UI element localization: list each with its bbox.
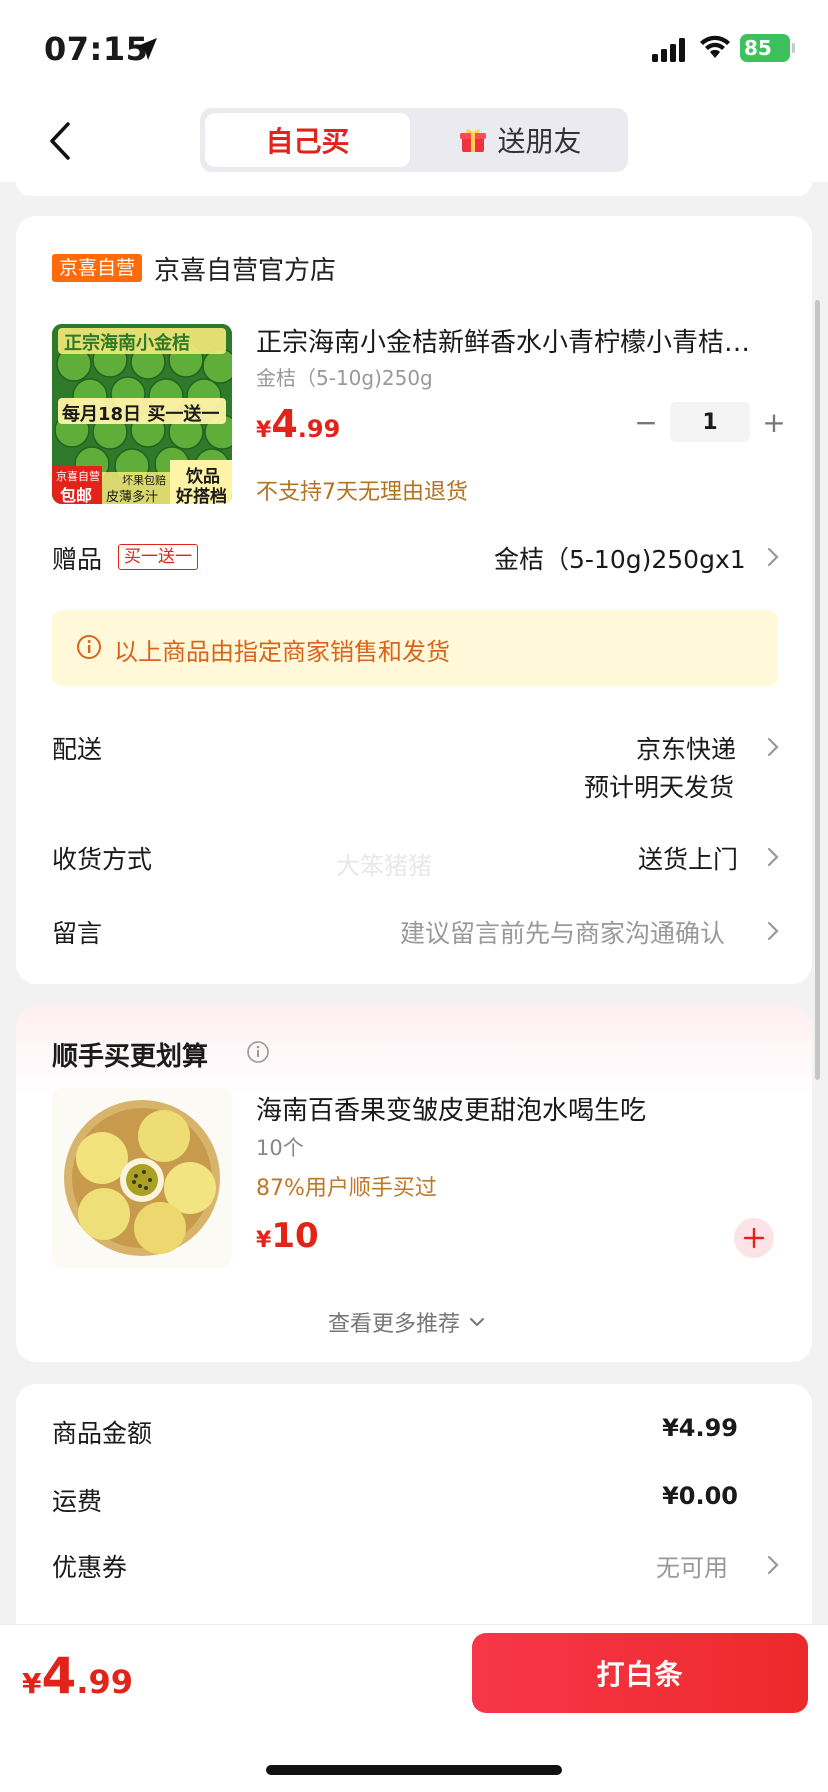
recommended-product-stat: 87%用户顺手买过 (256, 1176, 437, 1201)
status-bar: 07:15 85 (0, 0, 828, 100)
tab-send-to-friend-label: 送朋友 (497, 125, 582, 158)
purchase-mode-switch: 自己买 送朋友 (200, 108, 628, 172)
chevron-right-icon[interactable] (766, 736, 780, 758)
quantity-decrease-button[interactable]: − (626, 402, 666, 442)
shipping-fee-label: 运费 (52, 1487, 103, 1516)
gift-value[interactable]: 金桔（5-10g)250gx1 (494, 540, 746, 576)
image-free-shipping: 包邮 (60, 486, 93, 504)
top-nav: 自己买 送朋友 (0, 100, 828, 182)
total-price-currency: ¥ (22, 1667, 42, 1700)
add-to-order-button[interactable] (734, 1218, 774, 1258)
info-icon (77, 635, 101, 659)
product-price: ¥4.99 (256, 402, 340, 446)
product-spec[interactable]: 金桔（5-10g)250g (256, 362, 433, 391)
cellular-signal-icon (652, 38, 685, 62)
more-recommendations-label: 查看更多推荐 (328, 1312, 461, 1337)
price-currency: ¥ (256, 418, 272, 443)
store-badge: 京喜自营 (52, 254, 143, 282)
recommended-product-image[interactable] (52, 1088, 232, 1268)
checkout-bar: ¥4.99 打白条 (0, 1624, 828, 1792)
chevron-right-icon[interactable] (766, 920, 780, 942)
price-value: 10 (271, 1216, 319, 1256)
seller-notice: 以上商品由指定商家销售和发货 (52, 610, 778, 686)
back-arrow-icon[interactable] (44, 118, 80, 164)
gift-icon (460, 129, 487, 152)
coupon-label: 优惠券 (52, 1553, 128, 1582)
image-thin-skin-text: 皮薄多汁 (106, 490, 159, 504)
price-integer: 4 (271, 402, 298, 446)
goods-amount-label: 商品金额 (52, 1419, 153, 1448)
gift-tag: 买一送一 (118, 544, 198, 570)
location-arrow-icon (135, 38, 157, 60)
recommended-product-name[interactable]: 海南百香果变皱皮更甜泡水喝生吃 (256, 1090, 646, 1127)
chevron-right-icon[interactable] (766, 1554, 780, 1576)
plus-icon (743, 1227, 765, 1249)
recommendation-title: 顺手买更划算 (52, 1042, 209, 1072)
order-item-card: 京喜自营 京喜自营官方店 正宗海南小金桔 每月18日 买一送一 京喜自营 包邮 … (16, 216, 812, 984)
total-price: ¥4.99 (22, 1647, 133, 1705)
gift-label: 赠品 (52, 545, 103, 574)
previous-card-edge (16, 182, 812, 196)
pay-baitiao-button[interactable]: 打白条 (472, 1633, 808, 1713)
message-label: 留言 (52, 919, 103, 948)
goods-amount-value: ¥4.99 (662, 1414, 738, 1442)
return-policy-text: 不支持7天无理由退货 (256, 480, 468, 505)
price-currency: ¥ (256, 1228, 272, 1253)
tab-send-to-friend[interactable]: 送朋友 (418, 113, 623, 167)
seller-notice-text: 以上商品由指定商家销售和发货 (114, 638, 450, 666)
shipping-label: 配送 (52, 735, 103, 764)
wifi-icon (700, 35, 730, 58)
battery-indicator: 85 (740, 34, 790, 62)
watermark: 大笨猪猪 (336, 852, 432, 880)
message-input[interactable]: 建议留言前先与商家沟通确认 (400, 914, 725, 950)
price-decimal: .99 (297, 415, 341, 443)
image-partner-text: 好搭档 (176, 487, 227, 504)
chevron-down-icon (470, 1318, 485, 1327)
info-icon[interactable] (246, 1040, 270, 1064)
recommended-product-quantity: 10个 (256, 1136, 304, 1160)
total-price-decimal: .99 (76, 1663, 133, 1701)
chevron-right-icon[interactable] (766, 546, 780, 568)
product-image[interactable]: 正宗海南小金桔 每月18日 买一送一 京喜自营 包邮 坏果包赔 皮薄多汁 饮品 … (52, 324, 232, 504)
chevron-right-icon[interactable] (766, 846, 780, 868)
recommendation-card: 顺手买更划算 海南百香果变皱皮更甜泡水喝生吃 10个 87%用户顺手买过 ¥10 (16, 1006, 812, 1362)
receive-method-value[interactable]: 送货上门 (638, 840, 738, 876)
pay-button-label: 打白条 (596, 1658, 684, 1691)
image-promo-text: 每月18日 买一送一 (62, 404, 220, 425)
scrollbar[interactable] (815, 300, 820, 1080)
image-title-text: 正宗海南小金桔 (64, 333, 190, 354)
shipping-fee-value: ¥0.00 (662, 1482, 738, 1510)
product-title[interactable]: 正宗海南小金桔新鲜香水小青柠檬小青桔… (256, 322, 776, 359)
receive-method-label: 收货方式 (52, 845, 153, 874)
coupon-value[interactable]: 无可用 (656, 1548, 728, 1583)
tab-buy-for-self-label: 自己买 (265, 125, 350, 158)
total-price-integer: 4 (41, 1647, 77, 1705)
battery-level: 85 (744, 36, 772, 60)
recommended-product-price: ¥10 (256, 1216, 319, 1256)
tab-buy-for-self[interactable]: 自己买 (205, 113, 410, 167)
shipping-estimate: 预计明天发货 (584, 773, 735, 802)
passion-fruit-illustration (52, 1088, 232, 1268)
more-recommendations-button[interactable]: 查看更多推荐 (328, 1306, 486, 1338)
battery-cap (792, 43, 795, 53)
store-name[interactable]: 京喜自营官方店 (154, 250, 336, 287)
shipping-method[interactable]: 京东快递 (636, 730, 736, 766)
home-indicator (266, 1765, 562, 1775)
quantity-increase-button[interactable]: + (754, 402, 794, 442)
quantity-input[interactable]: 1 (670, 402, 750, 442)
price-summary-card: 商品金额 ¥4.99 运费 ¥0.00 优惠券 无可用 (16, 1384, 812, 1644)
